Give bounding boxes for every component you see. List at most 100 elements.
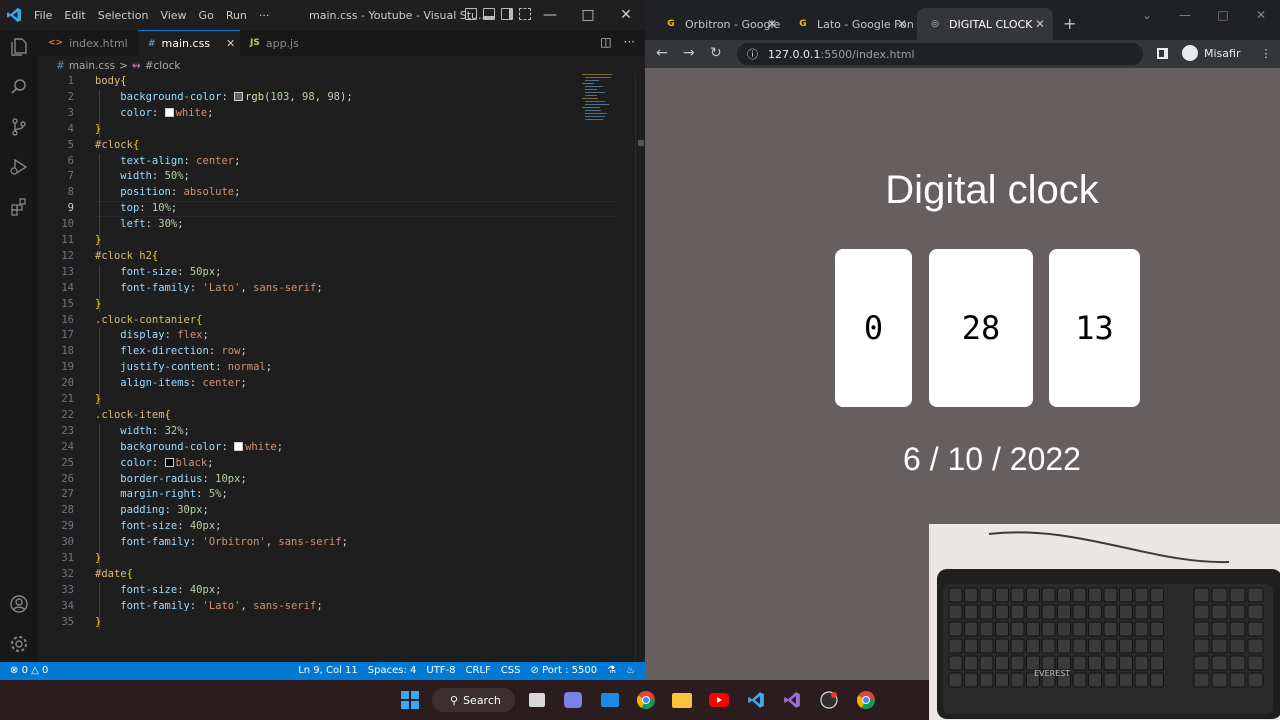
code-line: background-color: rgb(103, 98, 98); xyxy=(120,90,353,103)
line-number: 16 xyxy=(61,313,74,326)
explorer-icon[interactable] xyxy=(8,36,30,58)
close-icon[interactable]: ✕ xyxy=(1242,0,1280,30)
notifications-bell-icon[interactable]: ♨ xyxy=(626,665,635,676)
menu-selection[interactable]: Selection xyxy=(98,9,149,22)
code-editor[interactable]: 1 body{2 background-color: rgb(103, 98, 9… xyxy=(38,74,635,662)
profile-name[interactable]: Misafir xyxy=(1204,47,1240,60)
keyboard-key xyxy=(1193,655,1210,671)
avatar[interactable] xyxy=(1182,45,1198,61)
folder-icon[interactable] xyxy=(672,690,692,710)
maximize-icon[interactable]: □ xyxy=(1204,0,1242,30)
problems-indicator[interactable]: ⊗ 0 △ 0 xyxy=(10,665,48,676)
keyboard-key xyxy=(995,604,1009,620)
keyboard-key xyxy=(1041,638,1056,654)
close-icon[interactable]: ✕ xyxy=(607,0,645,30)
chrome-icon[interactable] xyxy=(856,690,876,710)
css-file-icon: # xyxy=(148,38,156,49)
taskbar-search-button[interactable]: ⚲ Search xyxy=(432,688,515,712)
settings-gear-icon[interactable] xyxy=(8,633,30,655)
vscode-icon[interactable] xyxy=(746,690,766,710)
back-arrow-icon[interactable]: ← xyxy=(656,45,668,61)
keyboard-key xyxy=(1150,672,1164,688)
browser-tab-orbitron[interactable]: G Orbitron - Google ✕ xyxy=(653,8,785,40)
toggle-secondary-sidebar-icon[interactable] xyxy=(501,8,513,20)
more-actions-icon[interactable]: ··· xyxy=(624,35,635,49)
teams-icon[interactable] xyxy=(563,690,583,710)
color-swatch[interactable] xyxy=(234,91,244,101)
url-host: 127.0.0.1 xyxy=(768,47,821,61)
customize-layout-icon[interactable] xyxy=(519,8,531,20)
close-tab-icon[interactable]: ✕ xyxy=(226,37,235,50)
browser-tab-digital-clock[interactable]: ◎ DIGITAL CLOCK ✕ xyxy=(917,8,1053,40)
address-bar[interactable]: ⓘ 127.0.0.1:5500/index.html xyxy=(737,43,1143,65)
minimize-icon[interactable]: — xyxy=(1166,0,1204,30)
feedback-icon[interactable]: ⚗ xyxy=(607,665,616,676)
color-swatch[interactable] xyxy=(164,107,174,117)
maximize-icon[interactable]: □ xyxy=(569,0,607,30)
minimap[interactable] xyxy=(582,74,632,124)
keyboard-key xyxy=(1150,638,1164,654)
close-tab-icon[interactable]: ✕ xyxy=(767,17,777,31)
keyboard-key xyxy=(1041,655,1056,671)
menu-file[interactable]: File xyxy=(34,9,52,22)
code-line: body{ xyxy=(95,75,127,87)
visual-studio-icon[interactable] xyxy=(782,690,802,710)
line-number: 23 xyxy=(61,424,74,437)
menu-go[interactable]: Go xyxy=(199,9,214,22)
browser-tab-lato[interactable]: G Lato - Google Fon ✕ xyxy=(785,8,915,40)
editor-scrollbar[interactable] xyxy=(635,74,645,662)
live-server-port[interactable]: ⊘ Port : 5500 xyxy=(530,665,597,676)
keyboard-key xyxy=(1119,672,1133,688)
encoding[interactable]: UTF-8 xyxy=(426,665,455,676)
close-tab-icon[interactable]: ✕ xyxy=(897,17,907,31)
tab-index-html[interactable]: <> index.html xyxy=(38,30,138,56)
run-debug-icon[interactable] xyxy=(8,156,30,178)
new-tab-icon[interactable]: + xyxy=(1063,14,1076,33)
split-editor-icon[interactable]: ◫ xyxy=(600,35,611,49)
language-mode[interactable]: CSS xyxy=(501,665,521,676)
menu-view[interactable]: View xyxy=(160,9,186,22)
keyboard-key xyxy=(1229,621,1246,637)
code-line: font-family: 'Lato', sans-serif; xyxy=(120,281,323,294)
side-panel-icon[interactable] xyxy=(1157,47,1168,59)
breadcrumb-symbol[interactable]: #clock xyxy=(145,60,181,72)
youtube-icon[interactable] xyxy=(709,690,729,710)
kebab-menu-icon[interactable]: ⋮ xyxy=(1260,47,1271,60)
cursor-position[interactable]: Ln 9, Col 11 xyxy=(298,665,358,676)
keyboard-key xyxy=(1193,604,1210,620)
reload-icon[interactable]: ↻ xyxy=(710,45,722,61)
keyboard-key xyxy=(979,621,994,637)
line-number: 13 xyxy=(61,265,74,278)
breadcrumb-file[interactable]: main.css xyxy=(69,60,115,72)
close-tab-icon[interactable]: ✕ xyxy=(1035,17,1045,31)
task-view-icon[interactable] xyxy=(527,690,547,710)
keyboard-key xyxy=(948,604,963,620)
windows-start-icon[interactable] xyxy=(400,690,420,710)
tab-app-js[interactable]: JS app.js xyxy=(240,30,336,56)
chrome-icon[interactable] xyxy=(636,690,656,710)
source-control-icon[interactable] xyxy=(8,116,30,138)
minimize-icon[interactable]: — xyxy=(531,0,569,30)
menu-more[interactable]: ··· xyxy=(259,9,270,22)
search-icon: ⚲ xyxy=(450,693,459,707)
html-file-icon: <> xyxy=(48,38,64,48)
end-of-line[interactable]: CRLF xyxy=(466,665,491,676)
keyboard-key xyxy=(964,587,978,603)
menu-run[interactable]: Run xyxy=(226,9,247,22)
status-right: Ln 9, Col 11 Spaces: 4 UTF-8 CRLF CSS ⊘ … xyxy=(298,665,635,676)
tab-search-icon[interactable]: ⌄ xyxy=(1128,0,1166,30)
indentation[interactable]: Spaces: 4 xyxy=(368,665,417,676)
forward-arrow-icon[interactable]: → xyxy=(683,45,695,61)
toggle-panel-icon[interactable] xyxy=(483,8,495,20)
obs-icon[interactable] xyxy=(819,690,839,710)
color-swatch[interactable] xyxy=(234,441,244,451)
extensions-icon[interactable] xyxy=(8,196,30,218)
site-info-icon[interactable]: ⓘ xyxy=(747,46,758,62)
search-icon[interactable] xyxy=(8,76,30,98)
mail-icon[interactable] xyxy=(600,690,620,710)
menu-edit[interactable]: Edit xyxy=(64,9,85,22)
color-swatch[interactable] xyxy=(164,457,174,467)
tab-main-css[interactable]: # main.css ✕ xyxy=(138,30,240,56)
accounts-icon[interactable] xyxy=(8,593,30,615)
toggle-sidebar-icon[interactable] xyxy=(465,8,477,20)
